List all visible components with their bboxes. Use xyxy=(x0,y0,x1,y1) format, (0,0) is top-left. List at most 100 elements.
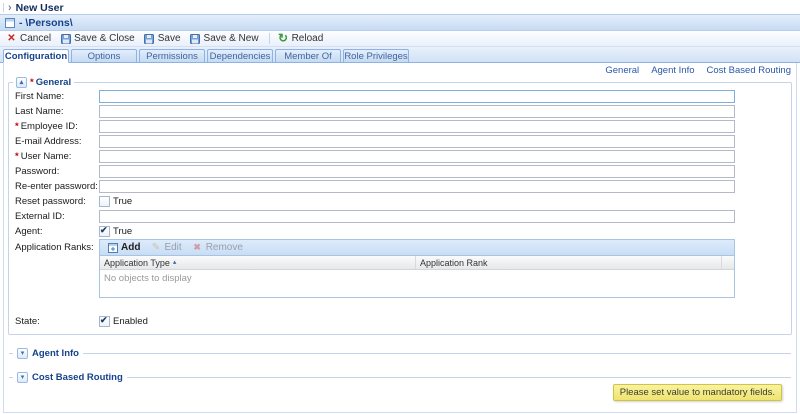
grid-header: Application Type ▴ Application Rank xyxy=(100,256,734,270)
field-row-last-name: Last Name: xyxy=(13,104,786,119)
column-application-rank[interactable]: Application Rank xyxy=(416,256,721,269)
save-icon xyxy=(190,33,201,44)
first-name-input[interactable] xyxy=(99,90,735,103)
last-name-label: Last Name: xyxy=(13,106,99,117)
tab-options[interactable]: Options xyxy=(71,49,137,63)
save-button[interactable]: Save xyxy=(141,32,186,45)
password-input[interactable] xyxy=(99,165,735,178)
general-legend: ▴ *General xyxy=(13,77,74,88)
reset-password-checkbox[interactable] xyxy=(99,196,110,207)
user-name-label: *User Name: xyxy=(13,151,99,162)
state-checkbox-label: Enabled xyxy=(113,316,148,327)
general-fieldset: ▴ *General First Name: Last Name: *Emplo… xyxy=(8,77,792,335)
reset-password-label: Reset password: xyxy=(13,196,99,207)
field-row-employee-id: *Employee ID: xyxy=(13,119,786,134)
form-window-icon xyxy=(4,17,15,28)
panel-splitter[interactable] xyxy=(3,3,4,12)
add-icon xyxy=(107,242,118,253)
tab-label: Role Privileges xyxy=(344,51,407,62)
agent-label: Agent: xyxy=(13,226,99,237)
validation-tooltip: Please set value to mandatory fields. xyxy=(613,384,782,401)
field-row-user-name: *User Name: xyxy=(13,149,786,164)
save-new-button[interactable]: Save & New xyxy=(187,32,264,45)
sort-asc-icon: ▴ xyxy=(173,259,177,266)
column-label: Application Type xyxy=(104,258,170,268)
save-close-button[interactable]: Save & Close xyxy=(57,32,140,45)
required-marker: * xyxy=(30,77,34,88)
required-marker: * xyxy=(15,151,19,162)
reenter-password-input[interactable] xyxy=(99,180,735,193)
employee-id-input[interactable] xyxy=(99,120,735,133)
column-label: Application Rank xyxy=(420,258,488,268)
grid-remove-button[interactable]: ✖ Remove xyxy=(188,242,247,253)
chevron-right-icon[interactable]: › xyxy=(8,3,12,13)
check-icon: ✔ xyxy=(100,225,108,236)
field-row-agent: Agent: ✔ True xyxy=(13,224,786,239)
agent-info-title: Agent Info xyxy=(32,348,79,359)
application-ranks-grid: Add ✎ Edit ✖ Remove Applicatio xyxy=(99,239,735,298)
tab-strip: Configuration Options Permissions Depend… xyxy=(0,47,800,63)
check-icon: ✔ xyxy=(100,315,108,326)
grid-empty-text: No objects to display xyxy=(100,270,734,297)
cancel-label: Cancel xyxy=(20,33,51,44)
state-checkbox[interactable]: ✔ xyxy=(99,316,110,327)
tab-label: Options xyxy=(88,51,121,62)
add-label: Add xyxy=(121,242,140,253)
field-row-email: E-mail Address: xyxy=(13,134,786,149)
grid-toolbar: Add ✎ Edit ✖ Remove xyxy=(100,240,734,256)
tab-member-of[interactable]: Member Of xyxy=(275,49,341,63)
agent-info-section: ▾ Agent Info xyxy=(9,348,791,359)
grid-add-button[interactable]: Add xyxy=(103,242,144,253)
toolbar-separator xyxy=(269,33,270,44)
collapse-icon[interactable]: ▴ xyxy=(16,77,27,88)
reload-icon: ↻ xyxy=(278,33,289,44)
agent-checkbox-label: True xyxy=(113,226,132,237)
breadcrumb: › New User xyxy=(0,0,800,14)
tab-configuration[interactable]: Configuration xyxy=(3,49,69,63)
field-row-reset-password: Reset password: True xyxy=(13,194,786,209)
anchor-cost-based-routing[interactable]: Cost Based Routing xyxy=(707,65,792,76)
remove-label: Remove xyxy=(206,242,243,253)
cost-based-routing-section: ▾ Cost Based Routing xyxy=(9,372,791,383)
reload-label: Reload xyxy=(292,33,324,44)
application-ranks-label: Application Ranks: xyxy=(13,239,99,253)
tab-label: Dependencies xyxy=(210,51,271,62)
form-panel: General Agent Info Cost Based Routing ▴ … xyxy=(3,63,797,413)
column-application-type[interactable]: Application Type ▴ xyxy=(100,256,416,269)
general-title: General xyxy=(36,77,71,88)
external-id-label: External ID: xyxy=(13,211,99,222)
tab-label: Configuration xyxy=(5,51,67,62)
save-icon xyxy=(60,33,71,44)
tab-permissions[interactable]: Permissions xyxy=(139,49,205,63)
expand-icon[interactable]: ▾ xyxy=(17,348,28,359)
save-icon xyxy=(144,33,155,44)
header-spacer xyxy=(721,256,734,269)
field-row-first-name: First Name: xyxy=(13,89,786,104)
remove-icon: ✖ xyxy=(192,242,203,253)
field-row-application-ranks: Application Ranks: Add ✎ Edit xyxy=(13,239,786,298)
reload-button[interactable]: ↻ Reload xyxy=(275,32,329,45)
last-name-input[interactable] xyxy=(99,105,735,118)
agent-checkbox[interactable]: ✔ xyxy=(99,226,110,237)
save-new-label: Save & New xyxy=(204,33,259,44)
email-input[interactable] xyxy=(99,135,735,148)
page-title: New User xyxy=(16,2,64,14)
user-name-input[interactable] xyxy=(99,150,735,163)
state-label: State: xyxy=(13,316,99,327)
external-id-input[interactable] xyxy=(99,210,735,223)
tab-label: Permissions xyxy=(146,51,198,62)
cost-based-routing-title: Cost Based Routing xyxy=(32,372,123,383)
cancel-icon: ✕ xyxy=(6,33,17,44)
employee-id-label: *Employee ID: xyxy=(13,121,99,132)
anchor-general[interactable]: General xyxy=(605,65,639,76)
reset-password-checkbox-label: True xyxy=(113,196,132,207)
grid-edit-button[interactable]: ✎ Edit xyxy=(146,242,185,253)
tab-dependencies[interactable]: Dependencies xyxy=(207,49,273,63)
field-row-state: State: ✔ Enabled xyxy=(13,314,786,329)
expand-icon[interactable]: ▾ xyxy=(17,372,28,383)
first-name-label: First Name: xyxy=(13,91,99,102)
tab-role-privileges[interactable]: Role Privileges xyxy=(343,49,409,63)
tab-label: Member Of xyxy=(284,51,332,62)
cancel-button[interactable]: ✕ Cancel xyxy=(3,32,56,45)
anchor-agent-info[interactable]: Agent Info xyxy=(651,65,694,76)
